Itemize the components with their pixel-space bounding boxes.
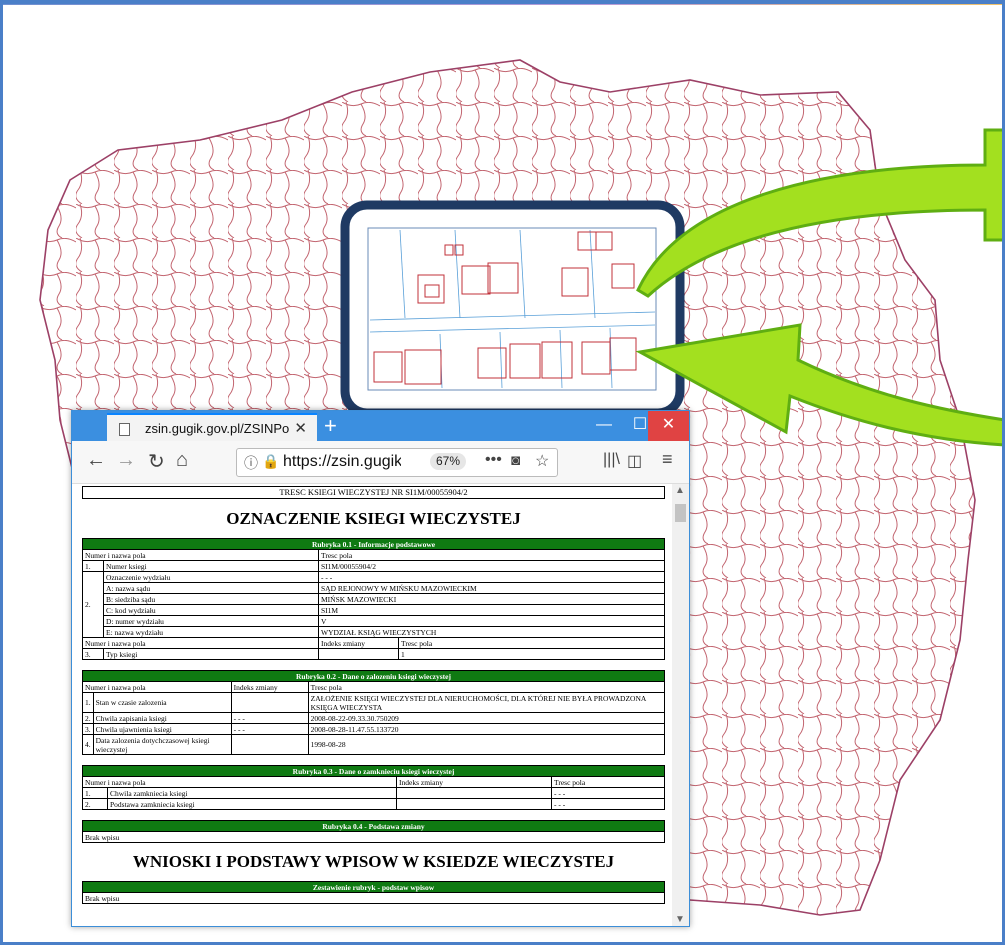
image-frame: [0, 0, 1005, 945]
